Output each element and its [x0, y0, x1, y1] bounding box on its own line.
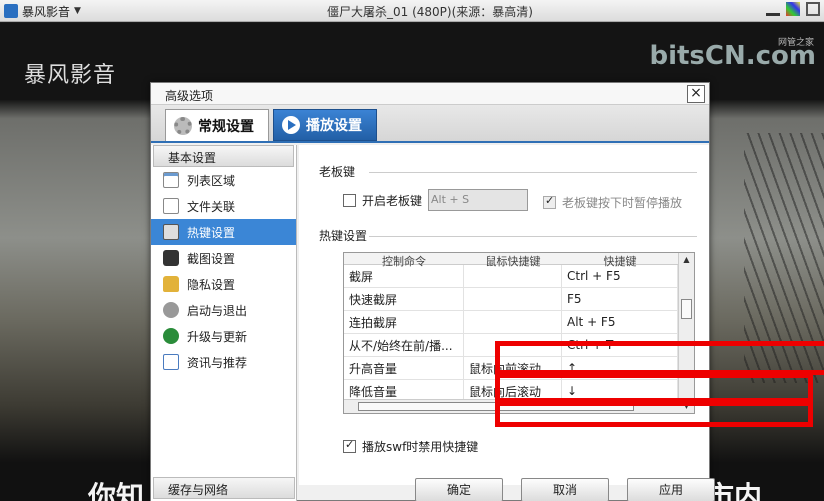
boss-key-section-title: 老板键 — [319, 165, 356, 179]
tab-playback-settings[interactable]: 播放设置 — [273, 109, 377, 141]
minimize-icon[interactable] — [766, 2, 780, 16]
chevron-down-icon: ▼ — [74, 6, 81, 16]
sidebar-item-label: 列表区域 — [187, 173, 236, 188]
tab-label: 常规设置 — [198, 118, 254, 135]
cell-mouse — [464, 311, 562, 333]
boss-key-row: 开启老板键 Alt + S — [343, 189, 529, 211]
sidebar-item-label: 热键设置 — [187, 225, 236, 240]
sidebar-item-startup-exit[interactable]: 启动与退出 — [151, 297, 296, 323]
apply-button[interactable]: 应用 — [627, 478, 715, 501]
cell-mouse — [464, 265, 562, 287]
sidebar-item-label: 资讯与推荐 — [187, 355, 248, 370]
cell-command: 截屏 — [344, 265, 464, 287]
sidebar-item-label: 升级与更新 — [187, 329, 248, 344]
sidebar-item-privacy[interactable]: 隐私设置 — [151, 271, 296, 297]
sidebar-footer-cache-network[interactable]: 缓存与网络 — [153, 477, 295, 499]
sidebar-item-label: 截图设置 — [187, 251, 236, 266]
subtitle-left: 你知 — [88, 480, 145, 501]
gear-icon — [174, 116, 192, 135]
section-divider — [369, 172, 697, 173]
cell-command: 从不/始终在前/播... — [344, 334, 464, 356]
table-header: 控制命令 鼠标快捷键 快捷键 — [344, 253, 694, 268]
boss-key-pause-label: 老板键按下时暂停播放 — [562, 196, 683, 210]
watermark: bitsCN.com — [649, 41, 816, 71]
window-title: 僵尸大屠杀_01 (480P)(来源：暴高清) — [327, 5, 533, 19]
scroll-thumb[interactable] — [681, 299, 692, 319]
window-controls — [766, 2, 820, 16]
boss-key-pause-checkbox[interactable] — [543, 194, 556, 209]
lock-icon — [163, 276, 179, 292]
boss-key-enable-label: 开启老板键 — [362, 193, 423, 208]
sidebar-item-update[interactable]: 升级与更新 — [151, 323, 296, 349]
dialog-title: 高级选项 — [165, 89, 214, 103]
app-name: 暴风影音 — [22, 4, 71, 19]
camera-icon — [163, 250, 179, 266]
tab-general-settings[interactable]: 常规设置 — [165, 109, 269, 141]
swf-disable-checkbox[interactable] — [343, 438, 356, 453]
cell-command: 连拍截屏 — [344, 311, 464, 333]
swf-disable-row: 播放swf时禁用快捷键 — [343, 438, 478, 455]
skin-icon[interactable] — [786, 2, 800, 16]
sidebar-item-label: 文件关联 — [187, 199, 236, 214]
settings-content: 老板键 开启老板键 Alt + S 老板键按下时暂停播放 热键设置 控制命令 鼠… — [299, 145, 824, 485]
sidebar-item-label: 启动与退出 — [187, 303, 248, 318]
sidebar-header-basic[interactable]: 基本设置 — [153, 145, 294, 167]
advanced-options-dialog: 高级选项 × 常规设置 播放设置 基本设置 列表区域 文件关联 热键设置 截图设… — [150, 82, 824, 501]
cell-key: Alt + F5 — [562, 311, 678, 333]
hotkey-icon — [163, 224, 179, 240]
news-icon — [163, 354, 179, 370]
highlight-box — [495, 341, 824, 375]
dialog-title-bar[interactable]: 高级选项 × — [151, 83, 709, 105]
highlight-box — [495, 401, 813, 427]
power-icon — [163, 302, 179, 318]
close-button[interactable]: × — [687, 85, 705, 103]
sidebar-item-screenshot[interactable]: 截图设置 — [151, 245, 296, 271]
maximize-icon[interactable] — [806, 2, 820, 16]
cell-command: 升高音量 — [344, 357, 464, 379]
dialog-buttons: 确定 取消 应用 — [415, 478, 715, 501]
boss-key-input[interactable]: Alt + S — [428, 189, 529, 211]
cell-key: F5 — [562, 288, 678, 310]
ok-button[interactable]: 确定 — [415, 478, 503, 501]
play-icon — [282, 116, 300, 134]
boss-key-checkbox[interactable] — [343, 193, 356, 207]
swf-disable-label: 播放swf时禁用快捷键 — [362, 440, 479, 454]
globe-icon — [163, 328, 179, 344]
sidebar-item-news[interactable]: 资讯与推荐 — [151, 349, 296, 375]
sidebar-item-label: 隐私设置 — [187, 277, 236, 292]
tab-bar: 常规设置 播放设置 — [151, 105, 709, 143]
file-icon — [163, 198, 179, 214]
tab-label: 播放设置 — [306, 118, 362, 134]
boss-key-pause-row: 老板键按下时暂停播放 — [543, 194, 682, 211]
video-logo: 暴风影音 — [24, 63, 117, 88]
cancel-button[interactable]: 取消 — [521, 478, 609, 501]
list-icon — [163, 172, 179, 188]
cell-mouse — [464, 288, 562, 310]
app-logo-icon — [4, 4, 18, 18]
table-row[interactable]: 连拍截屏 Alt + F5 — [344, 311, 694, 334]
sidebar-item-file-association[interactable]: 文件关联 — [151, 193, 296, 219]
table-row[interactable]: 快速截屏 F5 — [344, 288, 694, 311]
highlight-box — [495, 373, 813, 403]
column-header-key[interactable]: 快捷键 — [562, 253, 678, 268]
column-header-command[interactable]: 控制命令 — [344, 253, 464, 268]
cell-key: Ctrl + F5 — [562, 265, 678, 287]
app-menu-button[interactable]: 暴风影音 ▼ — [4, 2, 81, 20]
player-title-bar: 暴风影音 ▼ 僵尸大屠杀_01 (480P)(来源：暴高清) — [0, 0, 824, 22]
column-header-mouse[interactable]: 鼠标快捷键 — [464, 253, 562, 268]
scroll-up-icon[interactable]: ▲ — [679, 253, 694, 267]
settings-sidebar: 基本设置 列表区域 文件关联 热键设置 截图设置 隐私设置 启动与退出 升级与更… — [151, 145, 297, 501]
sidebar-item-list-area[interactable]: 列表区域 — [151, 167, 296, 193]
table-row[interactable]: 截屏 Ctrl + F5 — [344, 265, 694, 288]
cell-command: 快速截屏 — [344, 288, 464, 310]
hotkey-section-title: 热键设置 — [319, 229, 368, 243]
sidebar-item-hotkeys[interactable]: 热键设置 — [151, 219, 296, 245]
section-divider — [369, 236, 697, 237]
